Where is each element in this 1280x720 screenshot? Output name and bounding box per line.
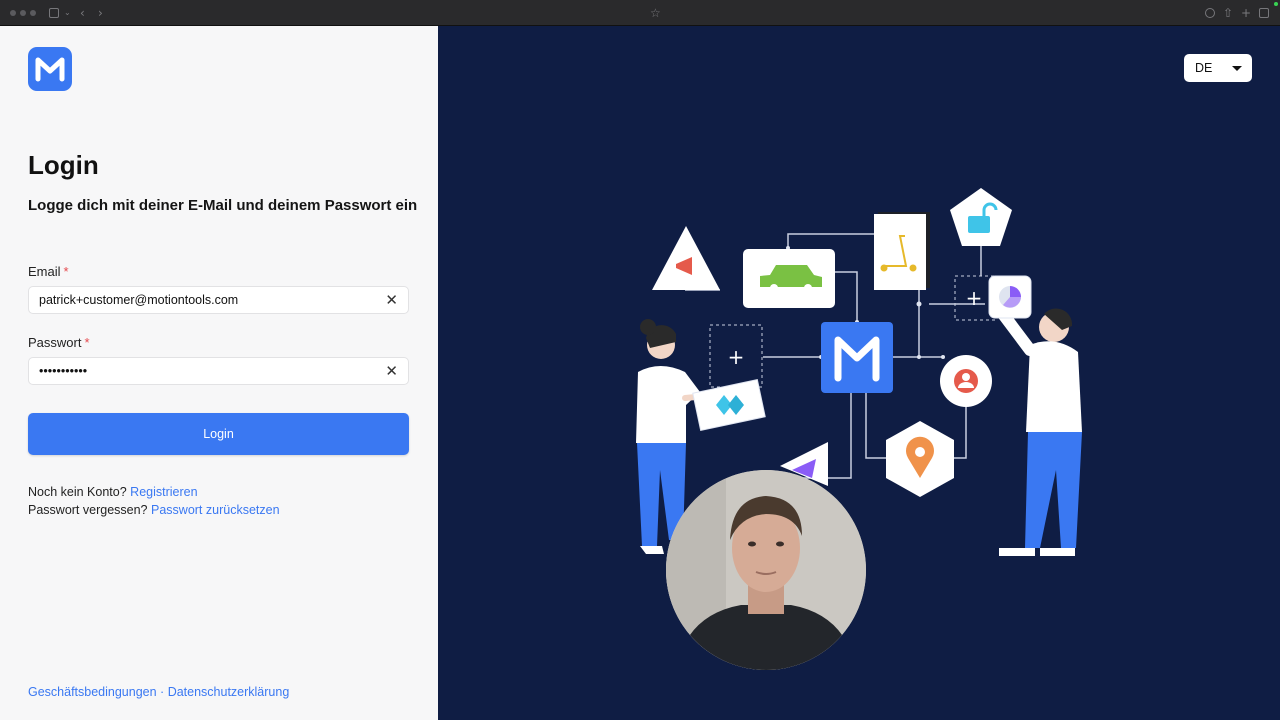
reset-prompt: Passwort vergessen? (28, 503, 148, 517)
terms-link[interactable]: Geschäftsbedingungen (28, 685, 157, 699)
share-icon[interactable]: ⇧ (1223, 6, 1233, 20)
illustration: + + (636, 188, 1082, 556)
password-label: Passwort * (28, 335, 90, 350)
forward-icon[interactable]: › (98, 6, 103, 20)
status-indicator (1274, 2, 1278, 6)
window-zoom-control[interactable] (30, 10, 36, 16)
clear-email-icon[interactable]: ✕ (385, 292, 398, 308)
password-field[interactable]: ••••••••••• ✕ (28, 357, 409, 385)
sidebar-menu-chevron-icon[interactable]: ⌄ (64, 6, 71, 20)
register-row: Noch kein Konto? Registrieren (28, 485, 198, 499)
password-label-text: Passwort (28, 335, 82, 350)
bookmark-star-icon[interactable]: ☆ (650, 6, 661, 20)
email-label-text: Email (28, 264, 61, 279)
email-field[interactable]: patrick+customer@motiontools.com ✕ (28, 286, 409, 314)
download-icon[interactable] (1205, 8, 1215, 18)
back-icon[interactable]: ‹ (80, 6, 85, 20)
person-right (988, 275, 1082, 556)
password-value: ••••••••••• (39, 364, 88, 378)
illustration-panel: DE + + (438, 26, 1280, 720)
reset-row: Passwort vergessen? Passwort zurücksetze… (28, 503, 280, 517)
footer-links: Geschäftsbedingungen · Datenschutzerklär… (28, 685, 289, 699)
clear-password-icon[interactable]: ✕ (385, 363, 398, 379)
register-prompt: Noch kein Konto? (28, 485, 127, 499)
login-panel: Login Logge dich mit deiner E-Mail und d… (0, 26, 438, 720)
privacy-link[interactable]: Datenschutzerklärung (168, 685, 290, 699)
page-title: Login (28, 150, 99, 180)
window-close-control[interactable] (10, 10, 16, 16)
webcam-overlay (666, 470, 866, 670)
tab-overview-icon[interactable] (1259, 8, 1269, 18)
plus-icon: + (728, 345, 745, 369)
browser-toolbar: ⌄ ‹ › ☆ ⇧ + (0, 0, 1280, 26)
page-subtitle: Logge dich mit deiner E-Mail und deinem … (28, 197, 418, 214)
email-required-mark: * (63, 264, 69, 279)
email-value: patrick+customer@motiontools.com (39, 293, 239, 307)
password-required-mark: * (84, 335, 90, 350)
window-minimize-control[interactable] (20, 10, 26, 16)
megaphone-triangle (652, 226, 720, 290)
plus-icon: + (966, 286, 983, 310)
logo-m-icon (28, 47, 72, 91)
unlock-icon (968, 216, 990, 233)
new-tab-icon[interactable]: + (1241, 6, 1251, 20)
login-button[interactable]: Login (28, 413, 409, 455)
footer-separator: · (156, 685, 168, 699)
sidebar-toggle-icon[interactable] (49, 8, 59, 18)
register-link[interactable]: Registrieren (130, 485, 197, 499)
email-label: Email * (28, 264, 69, 279)
reset-password-link[interactable]: Passwort zurücksetzen (151, 503, 280, 517)
